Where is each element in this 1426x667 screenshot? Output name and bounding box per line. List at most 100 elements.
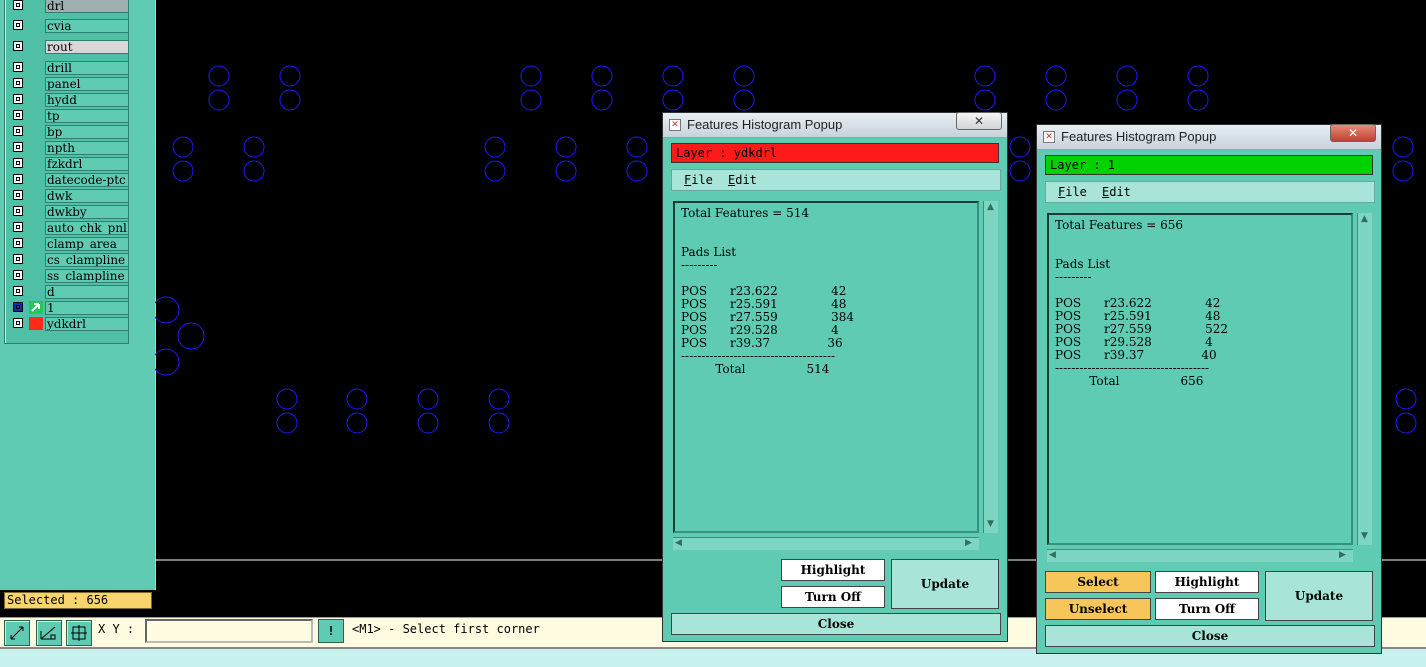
histogram-text[interactable]: Total Features = 514 Pads List ---------… <box>673 201 979 533</box>
layer-row-drill[interactable]: drill <box>9 61 129 75</box>
alert-button[interactable]: ! <box>318 619 344 643</box>
layer-name[interactable]: ss_clampline <box>45 269 129 283</box>
pad-circle[interactable] <box>208 65 230 87</box>
layer-checkbox[interactable] <box>13 41 23 51</box>
layer-row-clamp_area[interactable]: clamp_area <box>9 237 129 251</box>
pad-circle[interactable] <box>555 160 577 182</box>
pad-circle[interactable] <box>1395 412 1417 434</box>
layer-color-swatch[interactable] <box>29 125 43 138</box>
pad-circle[interactable] <box>346 388 368 410</box>
layer-row-npth[interactable]: npth <box>9 141 129 155</box>
menu-file[interactable]: File <box>684 173 713 187</box>
layer-checkbox[interactable] <box>13 254 23 264</box>
pad-circle[interactable] <box>626 160 648 182</box>
layer-color-swatch[interactable] <box>29 61 43 74</box>
layer-color-swatch[interactable] <box>29 221 43 234</box>
layer-name[interactable]: hydd <box>45 93 129 107</box>
update-button[interactable]: Update <box>1265 571 1373 621</box>
layer-color-swatch[interactable] <box>29 189 43 202</box>
measure-icon[interactable] <box>36 620 62 646</box>
pad-circle[interactable] <box>1392 136 1414 158</box>
grid-snap-icon[interactable] <box>66 620 92 646</box>
pad-circle[interactable] <box>155 296 180 324</box>
layer-color-swatch[interactable] <box>29 285 43 298</box>
layer-color-swatch[interactable] <box>29 253 43 266</box>
pad-circle[interactable] <box>974 65 996 87</box>
layer-name[interactable]: cs_clampline <box>45 253 129 267</box>
layer-row-ydkdrl[interactable]: ydkdrl <box>9 317 129 331</box>
layer-color-swatch[interactable] <box>29 317 43 330</box>
scroll-up-icon[interactable]: ▲ <box>1361 214 1368 224</box>
pad-circle[interactable] <box>1009 160 1031 182</box>
pad-circle[interactable] <box>1045 65 1067 87</box>
popup-titlebar[interactable]: ✕ Features Histogram Popup ✕ <box>663 112 1007 138</box>
layer-row-1[interactable]: 1 <box>9 301 129 315</box>
layer-checkbox[interactable] <box>13 20 23 30</box>
layer-name[interactable]: 1 <box>45 301 129 315</box>
layer-checkbox[interactable] <box>13 110 23 120</box>
layer-checkbox[interactable] <box>13 318 23 328</box>
menu-edit[interactable]: Edit <box>728 173 757 187</box>
layer-color-swatch[interactable] <box>29 40 43 53</box>
layer-name[interactable]: drill <box>45 61 129 75</box>
pad-circle[interactable] <box>1392 160 1414 182</box>
scroll-left-icon[interactable]: ◀ <box>675 538 682 548</box>
pad-circle[interactable] <box>488 388 510 410</box>
menu-edit[interactable]: Edit <box>1102 185 1131 199</box>
layer-name[interactable]: bp <box>45 125 129 139</box>
layer-color-swatch[interactable] <box>29 77 43 90</box>
pad-circle[interactable] <box>243 136 265 158</box>
layer-row-panel[interactable]: panel <box>9 77 129 91</box>
layer-checkbox[interactable] <box>13 94 23 104</box>
layer-row-cvia[interactable]: cvia <box>9 19 129 33</box>
close-button[interactable]: Close <box>1045 625 1375 647</box>
scroll-down-icon[interactable]: ▼ <box>987 519 994 529</box>
pad-circle[interactable] <box>1187 89 1209 111</box>
layer-checkbox[interactable] <box>13 62 23 72</box>
layer-color-swatch[interactable] <box>29 269 43 282</box>
turn-off-button[interactable]: Turn Off <box>1155 598 1259 620</box>
scroll-down-icon[interactable]: ▼ <box>1361 531 1368 541</box>
pad-circle[interactable] <box>279 65 301 87</box>
vertical-scrollbar[interactable]: ▲ ▼ <box>1357 213 1372 545</box>
pad-circle[interactable] <box>591 65 613 87</box>
layer-name[interactable]: datecode-ptc <box>45 173 129 187</box>
layer-checkbox[interactable] <box>13 222 23 232</box>
pad-circle[interactable] <box>276 388 298 410</box>
layer-color-swatch[interactable] <box>29 93 43 106</box>
pad-circle[interactable] <box>1045 89 1067 111</box>
layer-checkbox[interactable] <box>13 270 23 280</box>
window-close-button[interactable]: ✕ <box>1330 124 1376 142</box>
layer-color-swatch[interactable] <box>29 237 43 250</box>
layer-name[interactable]: panel <box>45 77 129 91</box>
layer-name[interactable]: clamp_area <box>45 237 129 251</box>
histogram-text[interactable]: Total Features = 656 Pads List ---------… <box>1047 213 1353 545</box>
layer-name[interactable]: tp <box>45 109 129 123</box>
layer-checkbox[interactable] <box>13 142 23 152</box>
select-button[interactable]: Select <box>1045 571 1151 593</box>
pad-circle[interactable] <box>346 412 368 434</box>
pad-circle[interactable] <box>1009 136 1031 158</box>
layer-color-swatch[interactable] <box>29 157 43 170</box>
turn-off-button[interactable]: Turn Off <box>781 586 885 608</box>
layer-color-swatch[interactable] <box>29 173 43 186</box>
layer-name[interactable]: fzkdrl <box>45 157 129 171</box>
pad-circle[interactable] <box>488 412 510 434</box>
pad-circle[interactable] <box>662 89 684 111</box>
pad-circle[interactable] <box>1116 65 1138 87</box>
unselect-button[interactable]: Unselect <box>1045 598 1151 620</box>
horizontal-scrollbar[interactable]: ◀ ▶ <box>1047 549 1353 562</box>
layer-name[interactable]: ydkdrl <box>45 317 129 331</box>
pad-circle[interactable] <box>276 412 298 434</box>
pad-circle[interactable] <box>279 89 301 111</box>
pad-circle[interactable] <box>417 412 439 434</box>
layer-name[interactable]: cvia <box>45 19 129 33</box>
layer-row-d[interactable]: d <box>9 285 129 299</box>
highlight-button[interactable]: Highlight <box>781 559 885 581</box>
layer-row-rout[interactable]: rout <box>9 40 129 54</box>
layer-color-swatch[interactable] <box>29 0 43 12</box>
menu-file[interactable]: File <box>1058 185 1087 199</box>
layer-name[interactable]: npth <box>45 141 129 155</box>
pad-circle[interactable] <box>555 136 577 158</box>
layer-row-hydd[interactable]: hydd <box>9 93 129 107</box>
